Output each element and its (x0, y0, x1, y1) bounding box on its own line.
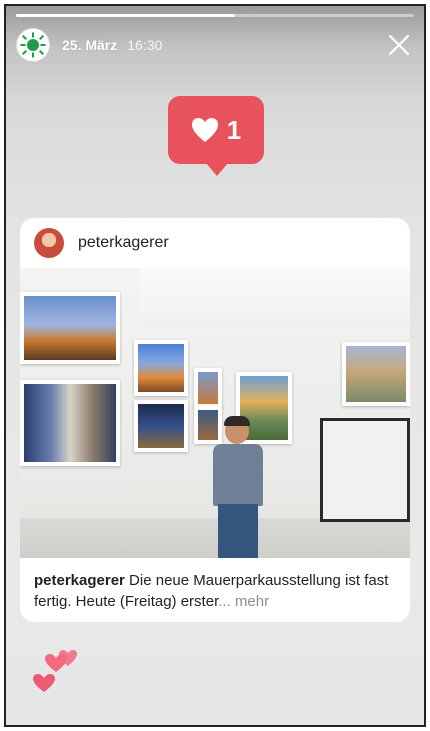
photo-ceiling (140, 268, 410, 328)
post-photo[interactable] (20, 268, 410, 558)
more-link[interactable]: mehr (231, 593, 269, 610)
caption-username[interactable]: peterkagerer (34, 572, 125, 589)
shared-post-card[interactable]: peterkagerer peterkagerer Die neue Mauer… (20, 218, 410, 622)
story-date: 25. März (62, 37, 118, 53)
floating-hearts (26, 636, 96, 696)
story-progress-fill (16, 14, 235, 17)
post-header: peterkagerer (20, 218, 410, 268)
person-figure (208, 416, 268, 558)
photo-frame-right (342, 342, 410, 406)
sun-logo-avatar[interactable] (16, 28, 50, 62)
story-header: 25. März 16:30 (16, 28, 414, 62)
display-screen (320, 418, 410, 522)
photo-frame-mid-right-top (194, 368, 222, 408)
hearts-icon (33, 650, 77, 692)
heart-icon (191, 118, 218, 142)
photo-frame-left-top (20, 292, 120, 364)
sun-icon (20, 32, 46, 58)
caption-ellipsis: ... (218, 593, 231, 610)
post-caption: peterkagerer Die neue Mauerparkausstellu… (20, 558, 410, 622)
photo-frame-mid-bottom (134, 400, 188, 452)
story-progress-bar (16, 14, 414, 17)
user-avatar[interactable] (34, 228, 64, 258)
like-count: 1 (226, 114, 242, 145)
story-viewer: 25. März 16:30 1 peterkagerer peterkager… (4, 4, 426, 727)
post-username[interactable]: peterkagerer (78, 234, 169, 252)
close-icon (388, 34, 410, 56)
photo-frame-mid-top (134, 340, 188, 396)
close-button[interactable] (384, 30, 414, 60)
photo-frame-left-bottom (20, 380, 120, 466)
story-time: 16:30 (127, 37, 163, 53)
like-count-bubble: 1 (168, 96, 264, 176)
